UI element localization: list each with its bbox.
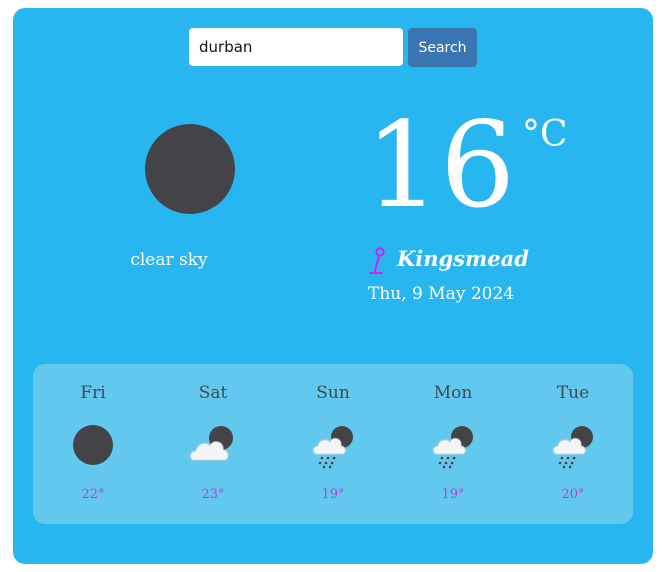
search-button[interactable]: Search [408,28,477,67]
forecast-day-name: Sun [316,383,350,403]
moon-clear-icon [145,124,235,214]
forecast-day-name: Mon [433,383,473,403]
forecast-day-temp: 23° [201,487,225,502]
moon-clear-icon [73,425,113,465]
temperature-unit: °C [522,114,568,155]
forecast-day-temp: 19° [321,487,345,502]
forecast-day-temp: 19° [441,487,465,502]
forecast-day: Fri 22° [33,364,153,524]
weather-card: Search clear sky 16 °C Kingsmead Thu, 9 … [13,8,653,564]
location-name: Kingsmead [397,246,529,271]
forecast-day: Tue 20° [513,364,633,524]
current-temperature: 16 [365,96,516,234]
forecast-day-temp: 22° [81,487,105,502]
forecast-day-name: Fri [80,383,106,403]
forecast-day: Sun 19° [273,364,393,524]
forecast-day-name: Tue [556,383,590,403]
forecast-day: Sat 23° [153,364,273,524]
forecast-day-temp: 20° [561,487,585,502]
rain-cloud-moon-icon [312,426,353,469]
current-date: Thu, 9 May 2024 [368,284,515,304]
cloud-moon-icon [190,426,233,461]
location-pin-icon [369,247,385,274]
forecast-day: Mon 19° [393,364,513,524]
rain-cloud-moon-icon [432,426,473,469]
city-search-input[interactable] [189,28,403,66]
rain-cloud-moon-icon [552,426,593,469]
forecast-panel: Fri 22° Sat 23° Sun 19° Mon 19° Tue 20° [33,364,633,524]
forecast-day-name: Sat [198,383,228,403]
weather-description: clear sky [130,250,208,270]
